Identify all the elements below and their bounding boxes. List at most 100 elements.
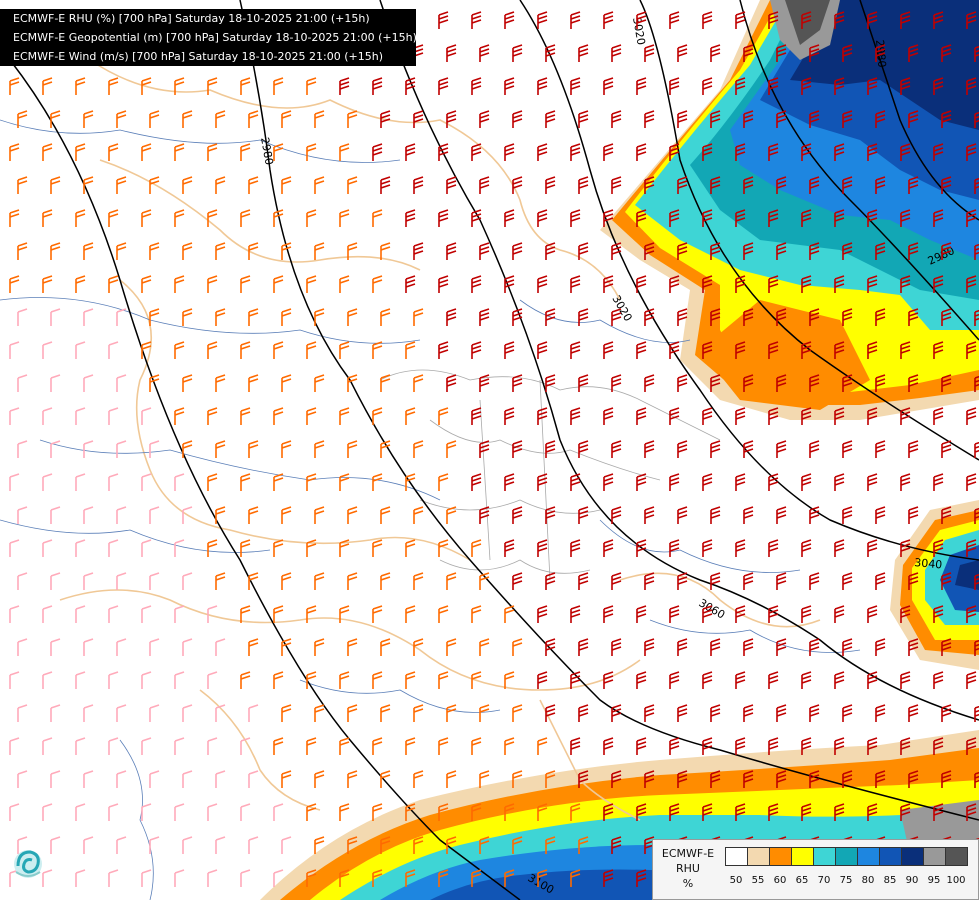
- wind-barb: [75, 341, 86, 359]
- wind-barb: [149, 770, 160, 788]
- wind-barb: [372, 539, 383, 557]
- wind-barb: [669, 77, 680, 95]
- wind-barb: [644, 638, 655, 656]
- wind-barb: [677, 110, 688, 128]
- wind-barb: [9, 605, 20, 623]
- wind-barb: [372, 209, 383, 227]
- legend-title: ECMWF-E RHU %: [661, 847, 715, 890]
- wind-barb: [578, 572, 589, 590]
- wind-barb: [75, 605, 86, 623]
- wind-barb: [141, 539, 152, 557]
- wind-barb: [149, 440, 160, 458]
- wind-barb: [339, 143, 350, 161]
- wind-barb: [603, 77, 614, 95]
- wind-barb: [735, 539, 746, 557]
- wind-barb: [116, 704, 127, 722]
- wind-barb: [108, 737, 119, 755]
- wind-barb: [380, 572, 391, 590]
- wind-barb: [83, 770, 94, 788]
- wind-barb: [545, 638, 556, 656]
- legend-ticks: 50 55 60 65 70 75 80 85 90 95 100: [725, 875, 967, 886]
- wind-barb: [710, 638, 721, 656]
- wind-barb: [116, 506, 127, 524]
- wind-barb: [504, 143, 515, 161]
- legend-tick: 65: [795, 875, 809, 886]
- legend-tick: 80: [861, 875, 875, 886]
- wind-barb: [50, 110, 61, 128]
- wind-barb: [413, 242, 424, 260]
- wind-barb: [644, 374, 655, 392]
- wind-barb: [306, 473, 317, 491]
- wind-barb: [479, 44, 490, 62]
- wind-barb: [174, 341, 185, 359]
- wind-barb: [141, 803, 152, 821]
- wind-barb: [182, 374, 193, 392]
- wind-barb: [174, 407, 185, 425]
- wind-barb: [578, 704, 589, 722]
- wind-barb: [504, 11, 515, 29]
- header-rhu-title: ECMWF-E RHU (%) [700 hPa] Saturday 18-10…: [13, 12, 370, 25]
- legend-swatches: [725, 847, 968, 866]
- wind-barb: [83, 572, 94, 590]
- wind-barb: [314, 572, 325, 590]
- wind-barb: [545, 308, 556, 326]
- wind-barb: [42, 869, 53, 887]
- wind-barb: [380, 176, 391, 194]
- wind-barb: [174, 143, 185, 161]
- wind-barb: [776, 638, 787, 656]
- legend-tick: 100: [946, 875, 966, 886]
- wind-barb: [75, 473, 86, 491]
- wind-barb: [347, 572, 358, 590]
- wind-barb: [611, 110, 622, 128]
- legend-tick: 75: [839, 875, 853, 886]
- wind-barb: [273, 77, 284, 95]
- wind-barb: [17, 440, 28, 458]
- wind-barb: [504, 77, 515, 95]
- wind-barb: [116, 308, 127, 326]
- wind-barb: [380, 704, 391, 722]
- wind-barb: [446, 572, 457, 590]
- wind-barb: [875, 704, 886, 722]
- wind-barb: [347, 506, 358, 524]
- wind-barb: [611, 704, 622, 722]
- legend-swatch: [923, 847, 946, 866]
- wind-barb: [240, 407, 251, 425]
- wind-barb: [735, 407, 746, 425]
- wind-barb: [702, 77, 713, 95]
- wind-barb: [141, 671, 152, 689]
- wind-barb: [801, 605, 812, 623]
- wind-barb: [108, 143, 119, 161]
- wind-barb: [116, 176, 127, 194]
- wind-barb: [182, 770, 193, 788]
- wind-barb: [380, 308, 391, 326]
- wind-barb: [875, 440, 886, 458]
- wind-barb: [75, 671, 86, 689]
- legend-tick: 55: [751, 875, 765, 886]
- wind-barb: [42, 539, 53, 557]
- wind-barb: [42, 209, 53, 227]
- wind-barb: [570, 737, 581, 755]
- wind-barb: [669, 407, 680, 425]
- wind-barb: [471, 275, 482, 293]
- wind-barb: [479, 176, 490, 194]
- wind-barb: [380, 506, 391, 524]
- wind-barb: [215, 770, 226, 788]
- wind-barb: [834, 473, 845, 491]
- wind-barb: [306, 275, 317, 293]
- wind-barb: [512, 506, 523, 524]
- wind-barb: [867, 473, 878, 491]
- wind-barb: [966, 407, 977, 425]
- wind-barb: [182, 110, 193, 128]
- wind-barb: [215, 242, 226, 260]
- wind-barb: [611, 44, 622, 62]
- wind-barb: [141, 605, 152, 623]
- wind-barb: [438, 473, 449, 491]
- weather-map: 3020 2980 2980 2980 3020 3040 3060 3100: [0, 0, 979, 900]
- wind-barb: [248, 506, 259, 524]
- wind-barb: [446, 638, 457, 656]
- wind-barb: [677, 638, 688, 656]
- wind-barb: [941, 440, 952, 458]
- wind-barb: [743, 572, 754, 590]
- wind-barb: [636, 77, 647, 95]
- wind-barb: [372, 671, 383, 689]
